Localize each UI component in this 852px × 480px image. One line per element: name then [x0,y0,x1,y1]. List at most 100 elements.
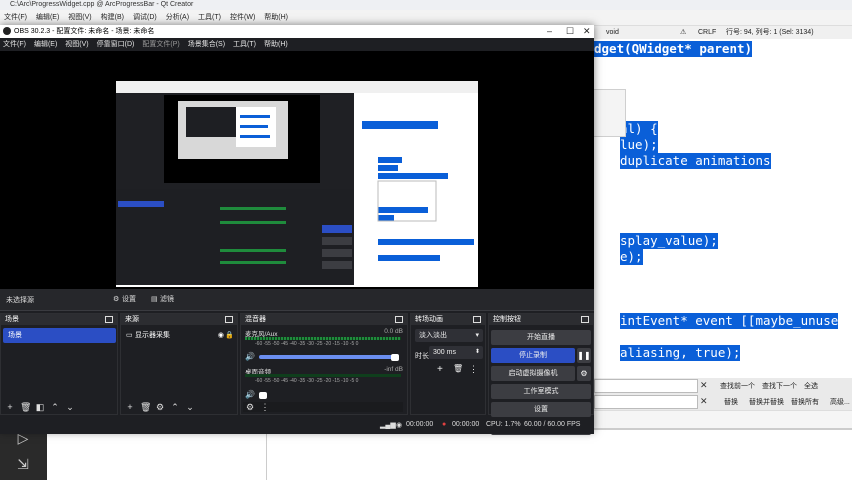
find-input[interactable] [594,379,698,393]
advanced-button[interactable]: 高级... [830,397,850,407]
visibility-eye-icon[interactable]: ◉ [218,328,224,343]
transition-select[interactable]: 淡入淡出 ▾ [415,329,483,342]
desktop-channel-db: -inf dB [384,366,403,373]
remove-source-icon[interactable]: 🗑 [140,402,151,412]
cursor-position: 行号: 94, 列号: 1 (Sel: 3134) [726,29,814,36]
start-streaming-button[interactable]: 开始直播 [491,330,591,345]
duration-input[interactable]: 300 ms ⬍ [429,346,483,359]
maximize-icon[interactable]: ☐ [566,25,574,38]
advanced-audio-icon[interactable]: ⚙ [245,402,255,412]
undock-icon[interactable] [473,316,481,323]
minimize-icon[interactable]: – [547,25,552,38]
duration-value: 300 ms [433,349,456,356]
find-next-button[interactable]: 查找下一个 [762,381,797,391]
undock-icon[interactable] [225,316,233,323]
obs-menu-help[interactable]: 帮助(H) [264,38,288,51]
source-settings-label: 设置 [122,296,136,303]
replace-all-button[interactable]: 替换所有 [791,397,819,407]
virtual-camera-settings-icon[interactable]: ⚙ [577,366,591,381]
mic-level-meter [245,337,401,340]
qt-menu-tools[interactable]: 工具(T) [198,10,221,25]
program-preview[interactable] [0,51,594,289]
debug-run-icon[interactable]: ⇲ [14,456,32,474]
remove-transition-icon[interactable]: 🗑 [453,364,463,373]
line-ending[interactable]: CRLF [698,26,716,39]
source-item[interactable]: ▭ 显示器采集 ◉ 🔒 [123,328,236,343]
code-line-5: splay_value); [620,233,718,249]
undock-icon[interactable] [395,316,403,323]
obs-menu-edit[interactable]: 编辑(E) [34,38,57,51]
undock-icon[interactable] [581,316,589,323]
scene-item[interactable]: 场景 [3,328,116,343]
scene-filters-icon[interactable]: ◧ [35,402,45,412]
select-all-button[interactable]: 全选 [804,381,818,391]
record-time: 00:00:00 [452,421,480,428]
mixer-menu-icon[interactable]: ⋮ [260,402,270,412]
qt-menu-view[interactable]: 视图(V) [68,10,91,25]
studio-mode-button[interactable]: 工作室模式 [491,384,591,399]
scenes-footer: + 🗑 ◧ ⌃ ⌄ [1,400,117,414]
obs-menu-tools[interactable]: 工具(T) [233,38,256,51]
source-item-label: 显示器采集 [135,332,170,339]
move-down-icon[interactable]: ⌄ [65,402,75,412]
add-transition-icon[interactable]: + [437,364,443,375]
replace-find-button[interactable]: 替换并替换 [749,397,784,407]
add-scene-icon[interactable]: + [5,402,15,412]
add-source-icon[interactable]: + [125,402,135,412]
stream-icon: ◉ [396,422,403,429]
obs-menu-file[interactable]: 文件(F) [3,38,26,51]
monitor-icon: ▭ [126,332,133,339]
qt-menu-controls[interactable]: 控件(W) [230,10,255,25]
obs-logo-icon [3,27,11,35]
undock-icon[interactable] [105,316,113,323]
settings-button[interactable]: 设置 [491,402,591,417]
obs-status-bar: ▂▄▆ ◉ 00:00:00 ● 00:00:00 CPU: 1.7% 60.0… [0,417,594,434]
mic-volume-slider[interactable] [259,355,395,359]
qt-menu-analyze[interactable]: 分析(A) [166,10,189,25]
close-icon[interactable]: ✕ [583,25,591,38]
desktop-volume-knob[interactable] [259,392,267,399]
move-down-icon[interactable]: ⌄ [185,402,195,412]
mic-channel-db: 0.0 dB [384,328,403,335]
clear-replace-icon[interactable]: ✕ [700,396,708,407]
move-up-icon[interactable]: ⌃ [50,402,60,412]
source-filters-button[interactable]: ▤ 滤镜 [150,293,174,306]
move-up-icon[interactable]: ⌃ [170,402,180,412]
transition-menu-icon[interactable]: ⋮ [469,364,478,375]
qt-menu-edit[interactable]: 编辑(E) [36,10,59,25]
editor-toolbar: void ⚠ CRLF 行号: 94, 列号: 1 (Sel: 3134) [594,26,852,39]
find-prev-button[interactable]: 查找前一个 [720,381,755,391]
pause-recording-icon[interactable]: ❚❚ [577,348,591,363]
qt-menu-build[interactable]: 构建(B) [101,10,124,25]
sources-title: 来源 [125,316,139,323]
obs-menu-view[interactable]: 视图(V) [65,38,88,51]
mic-volume-knob[interactable] [391,354,399,361]
qt-menubar: 文件(F) 编辑(E) 视图(V) 构建(B) 调试(D) 分析(A) 工具(T… [0,10,852,26]
lock-icon[interactable]: 🔒 [225,328,234,343]
function-selector[interactable]: void [606,26,619,39]
start-virtual-camera-button[interactable]: 启动虚拟摄像机 [491,366,575,381]
qt-menu-help[interactable]: 帮助(H) [264,10,288,25]
transitions-dock: 转场动画 淡入淡出 ▾ 时长 300 ms ⬍ + 🗑 ⋮ [410,313,486,415]
sources-dock-header: 来源 [121,314,237,325]
filter-icon: ▤ [151,296,158,303]
source-properties-icon[interactable]: ⚙ [155,402,165,412]
obs-window: OBS 30.2.3 - 配置文件: 未命名 - 场景: 未命名 – ☐ ✕ 文… [0,25,594,435]
obs-menu-docks[interactable]: 停靠窗口(D) [97,38,135,51]
replace-button[interactable]: 替换 [724,397,738,407]
qt-menu-debug[interactable]: 调试(D) [133,10,157,25]
qt-window-title: C:\Arc\ProgressWidget.cpp @ ArcProgressB… [0,0,852,10]
clear-find-icon[interactable]: ✕ [700,380,708,391]
controls-title: 控制按钮 [493,316,521,323]
remove-scene-icon[interactable]: 🗑 [20,402,31,412]
source-settings-button[interactable]: ⚙ 设置 [112,293,136,306]
stop-recording-button[interactable]: 停止录制 [491,348,575,363]
mic-volume-icon[interactable]: 🔊 [245,352,255,361]
qt-menu-file[interactable]: 文件(F) [4,10,27,25]
obs-menu-scene-collection[interactable]: 场景集合(S) [188,38,225,51]
signal-icon: ▂▄▆ [380,422,396,429]
transition-selected: 淡入淡出 [419,332,447,339]
obs-menu-profile[interactable]: 配置文件(P) [142,38,179,51]
desktop-volume-icon[interactable]: 🔊 [245,390,255,399]
replace-input[interactable] [594,395,698,409]
